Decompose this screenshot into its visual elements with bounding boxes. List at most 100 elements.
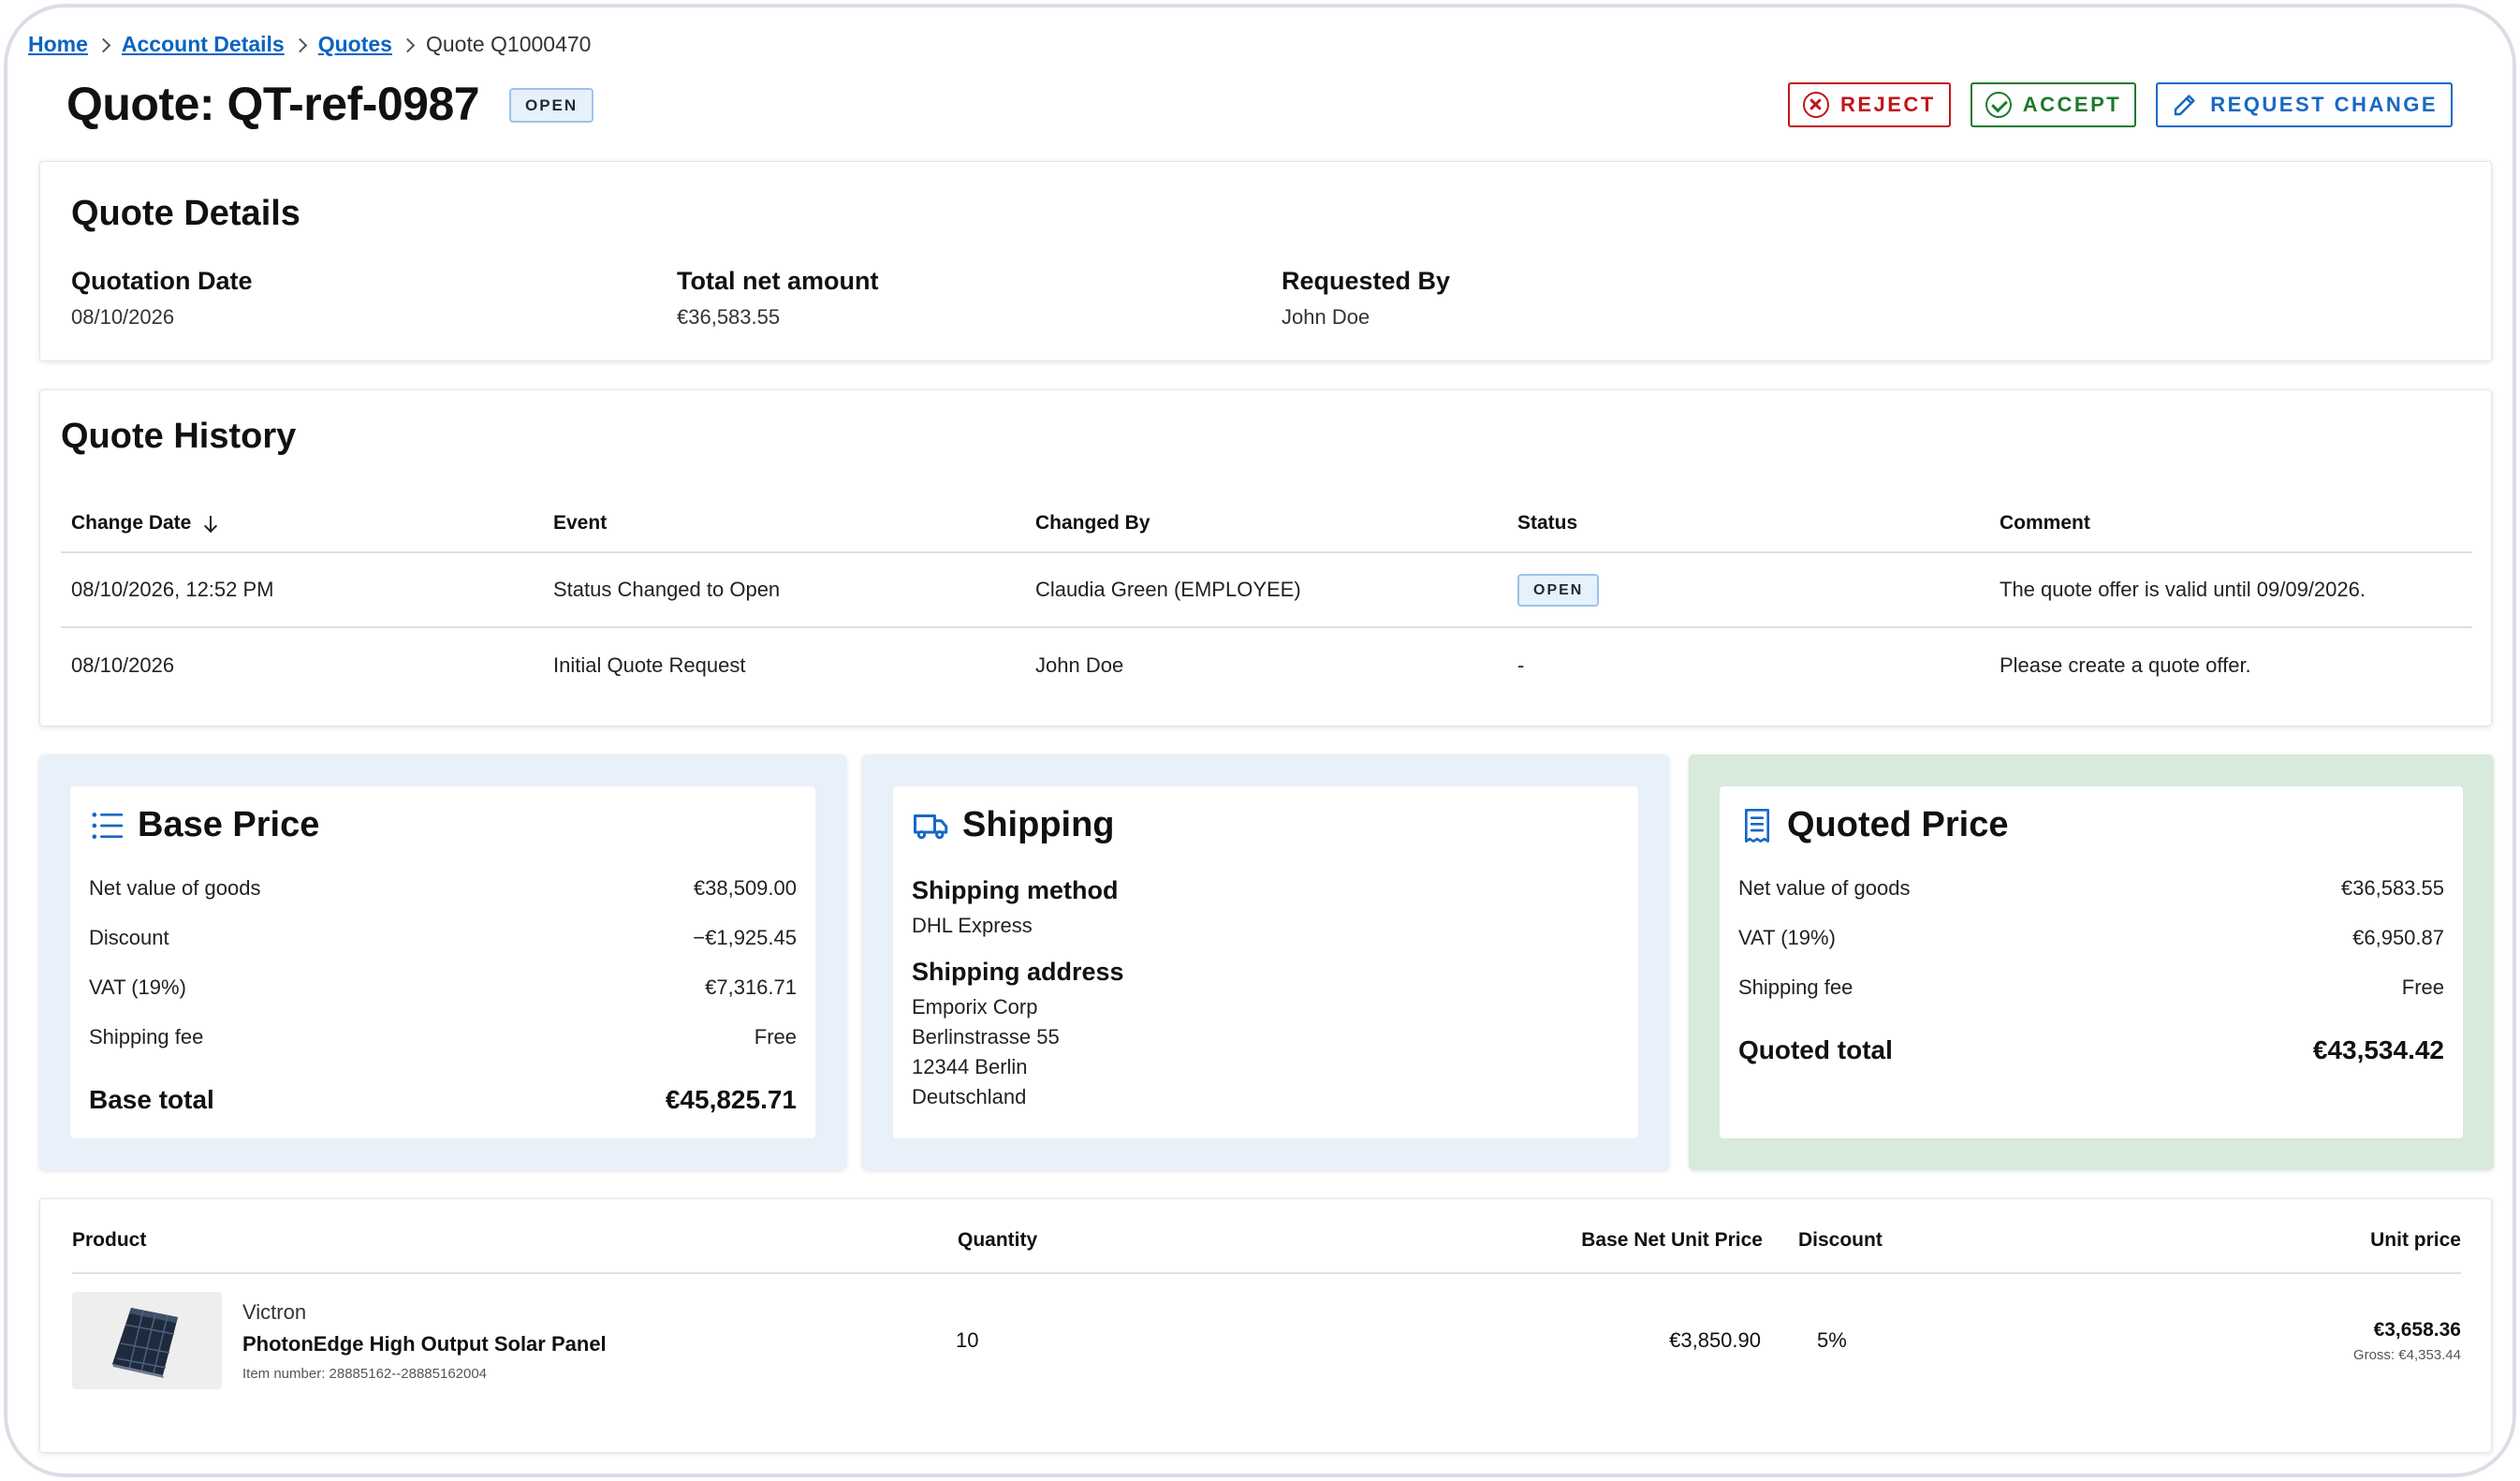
quoted-total-row: Quoted total €43,534.42 <box>1738 1035 2444 1085</box>
table-row: Victron PhotonEdge High Output Solar Pan… <box>72 1291 2461 1390</box>
table-row: 08/10/2026, 12:52 PM Status Changed to O… <box>61 553 2472 628</box>
requested-by-field: Requested By John Doe <box>1282 267 1450 330</box>
history-event: Status Changed to Open <box>553 578 781 601</box>
price-row: Discount −€1,925.45 <box>89 926 797 975</box>
breadcrumb-account-link[interactable]: Account Details <box>122 32 285 57</box>
quote-history-title: Quote History <box>61 417 297 456</box>
product-brand: Victron <box>242 1299 307 1324</box>
quote-details-card: Quote Details Quotation Date 08/10/2026 … <box>39 161 2492 361</box>
quoted-price-card: Quoted Price Net value of goods €36,583.… <box>1720 786 2463 1138</box>
quoted-price-header: Quoted Price <box>1738 805 2009 845</box>
price-label: Discount <box>89 926 169 949</box>
shipping-header: Shipping <box>912 805 1115 845</box>
price-label: VAT (19%) <box>1738 926 1836 949</box>
column-header-label: Change Date <box>71 512 192 534</box>
quoted-total-label: Quoted total <box>1738 1035 1893 1064</box>
circle-check-icon <box>1985 92 2012 118</box>
price-value: Free <box>754 1025 797 1048</box>
products-table-header: Product Quantity Base Net Unit Price Dis… <box>72 1199 2461 1274</box>
request-change-button[interactable]: REQUEST CHANGE <box>2156 82 2453 127</box>
history-changed-by: Claudia Green (EMPLOYEE) <box>1035 578 1301 601</box>
shipping-method-label: Shipping method <box>912 876 1119 904</box>
requested-by-value: John Doe <box>1282 305 1370 329</box>
products-table-card: Product Quantity Base Net Unit Price Dis… <box>39 1198 2492 1453</box>
product-item-number: Item number: 28885162--28885162004 <box>242 1365 488 1382</box>
column-header-comment: Comment <box>2000 512 2090 534</box>
base-price-card: Base Price Net value of goods €38,509.00… <box>70 786 815 1138</box>
price-label: Net value of goods <box>1738 876 1911 900</box>
table-row: 08/10/2026 Initial Quote Request John Do… <box>61 628 2472 703</box>
column-header-quantity: Quantity <box>958 1229 1038 1251</box>
total-net-field: Total net amount €36,583.55 <box>677 267 879 330</box>
quoted-total-value: €43,534.42 <box>2312 1035 2444 1064</box>
chevron-right-icon <box>285 34 318 56</box>
history-comment: The quote offer is valid until 09/09/202… <box>2000 578 2366 601</box>
solar-panel-icon <box>112 1308 178 1378</box>
breadcrumb-quotes-link[interactable]: Quotes <box>318 32 392 57</box>
product-name[interactable]: PhotonEdge High Output Solar Panel <box>242 1332 956 1356</box>
shipping-address: Emporix Corp Berlinstrasse 55 12344 Berl… <box>912 992 1124 1112</box>
history-status: - <box>1517 653 1525 677</box>
price-row: Net value of goods €36,583.55 <box>1738 876 2444 926</box>
base-price-title: Base Price <box>138 805 320 844</box>
quote-actions: REJECT ACCEPT REQUEST CHANGE <box>1787 82 2453 127</box>
address-line: Berlinstrasse 55 <box>912 1025 1060 1048</box>
column-header-product: Product <box>72 1229 147 1251</box>
address-line: Deutschland <box>912 1085 1027 1108</box>
price-value: €36,583.55 <box>2340 876 2444 900</box>
table-header-row: Change Date Event Changed By Status Comm… <box>61 495 2472 553</box>
history-comment: Please create a quote offer. <box>2000 653 2251 677</box>
requested-by-label: Requested By <box>1282 267 1451 295</box>
arrow-down-icon <box>204 515 217 532</box>
quoted-price-rows: Net value of goods €36,583.55 VAT (19%) … <box>1738 876 2444 1085</box>
price-row: Net value of goods €38,509.00 <box>89 876 797 926</box>
chevron-right-icon <box>88 34 122 56</box>
request-change-button-label: REQUEST CHANGE <box>2210 93 2438 116</box>
price-value: Free <box>2401 975 2444 999</box>
accept-button[interactable]: ACCEPT <box>1970 82 2137 127</box>
price-label: Net value of goods <box>89 876 261 900</box>
column-header-change-date[interactable]: Change Date <box>61 512 543 535</box>
product-info: Victron PhotonEdge High Output Solar Pan… <box>242 1300 956 1382</box>
shipping-info: Shipping method DHL Express Shipping add… <box>912 876 1124 1112</box>
chevron-right-icon <box>392 34 426 56</box>
price-value: €38,509.00 <box>693 876 797 900</box>
shipping-address-label: Shipping address <box>912 958 1124 986</box>
history-date: 08/10/2026, 12:52 PM <box>71 578 274 601</box>
base-price-rows: Net value of goods €38,509.00 Discount −… <box>89 876 797 1135</box>
quotation-date-field: Quotation Date 08/10/2026 <box>71 267 253 330</box>
price-value: €7,316.71 <box>705 975 797 999</box>
product-quantity: 10 <box>956 1328 979 1352</box>
price-row: VAT (19%) €7,316.71 <box>89 975 797 1025</box>
price-label: VAT (19%) <box>89 975 186 999</box>
reject-button-label: REJECT <box>1839 93 1936 116</box>
price-row: VAT (19%) €6,950.87 <box>1738 926 2444 975</box>
list-icon <box>92 812 124 839</box>
history-date: 08/10/2026 <box>71 653 175 677</box>
price-value: €6,950.87 <box>2352 926 2444 949</box>
product-unit-price: €3,658.36 <box>2373 1318 2461 1341</box>
quote-history-card: Quote History Change Date Event Changed … <box>39 389 2492 726</box>
accept-button-label: ACCEPT <box>2022 93 2122 116</box>
base-total-row: Base total €45,825.71 <box>89 1085 797 1135</box>
column-header-base-net-unit-price: Base Net Unit Price <box>1581 1229 1763 1251</box>
base-total-value: €45,825.71 <box>665 1085 797 1114</box>
price-row: Shipping fee Free <box>89 1025 797 1075</box>
breadcrumb-home-link[interactable]: Home <box>28 32 88 57</box>
column-header-discount: Discount <box>1798 1229 1883 1251</box>
base-price-header: Base Price <box>89 805 319 845</box>
app-window: Home Account Details Quotes Quote Q10004… <box>4 4 2516 1477</box>
quote-history-table: Change Date Event Changed By Status Comm… <box>61 495 2472 703</box>
circle-x-icon <box>1802 92 1829 118</box>
history-changed-by: John Doe <box>1035 653 1124 677</box>
product-image[interactable] <box>72 1292 222 1389</box>
breadcrumb-current: Quote Q1000470 <box>425 32 592 56</box>
quote-details-title: Quote Details <box>71 194 300 233</box>
pencil-icon <box>2174 95 2195 116</box>
shipping-panel: Shipping Shipping method DHL Express Shi… <box>862 755 1669 1170</box>
base-total-label: Base total <box>89 1085 214 1114</box>
column-header-status: Status <box>1517 512 1578 534</box>
history-status: OPEN <box>1507 573 1989 607</box>
reject-button[interactable]: REJECT <box>1787 82 1951 127</box>
address-line: Emporix Corp <box>912 995 1038 1019</box>
